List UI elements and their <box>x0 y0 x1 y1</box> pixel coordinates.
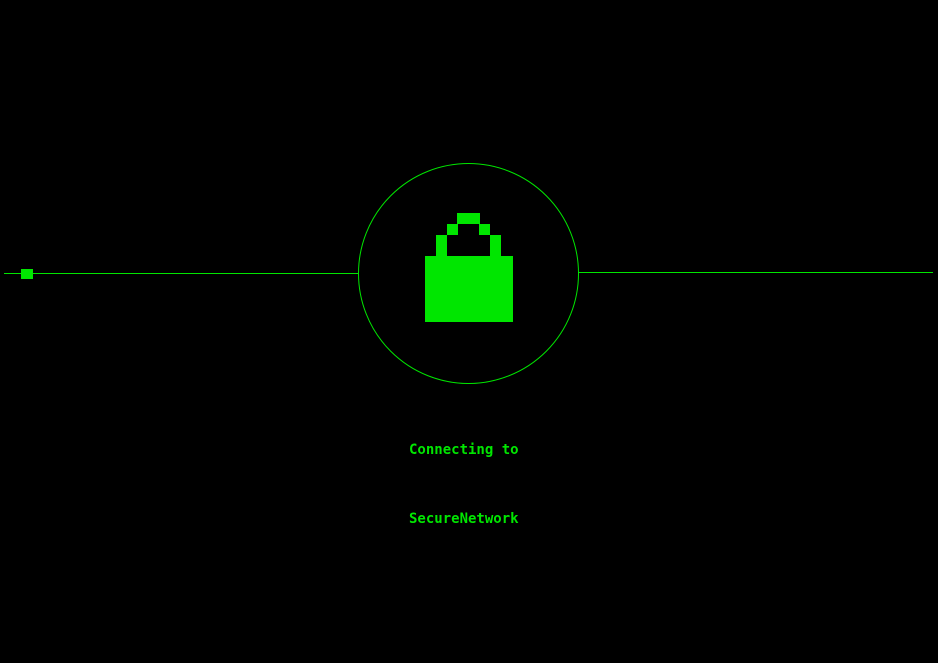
connection-line-right <box>578 272 933 273</box>
lock-icon <box>425 213 513 322</box>
status-line-2: SecureNetwork <box>409 511 519 527</box>
connection-status-text: Connecting to SecureNetwork <box>409 393 519 577</box>
progress-indicator <box>21 269 33 279</box>
connection-line-left <box>4 273 359 274</box>
status-line-1: Connecting to <box>409 442 519 458</box>
